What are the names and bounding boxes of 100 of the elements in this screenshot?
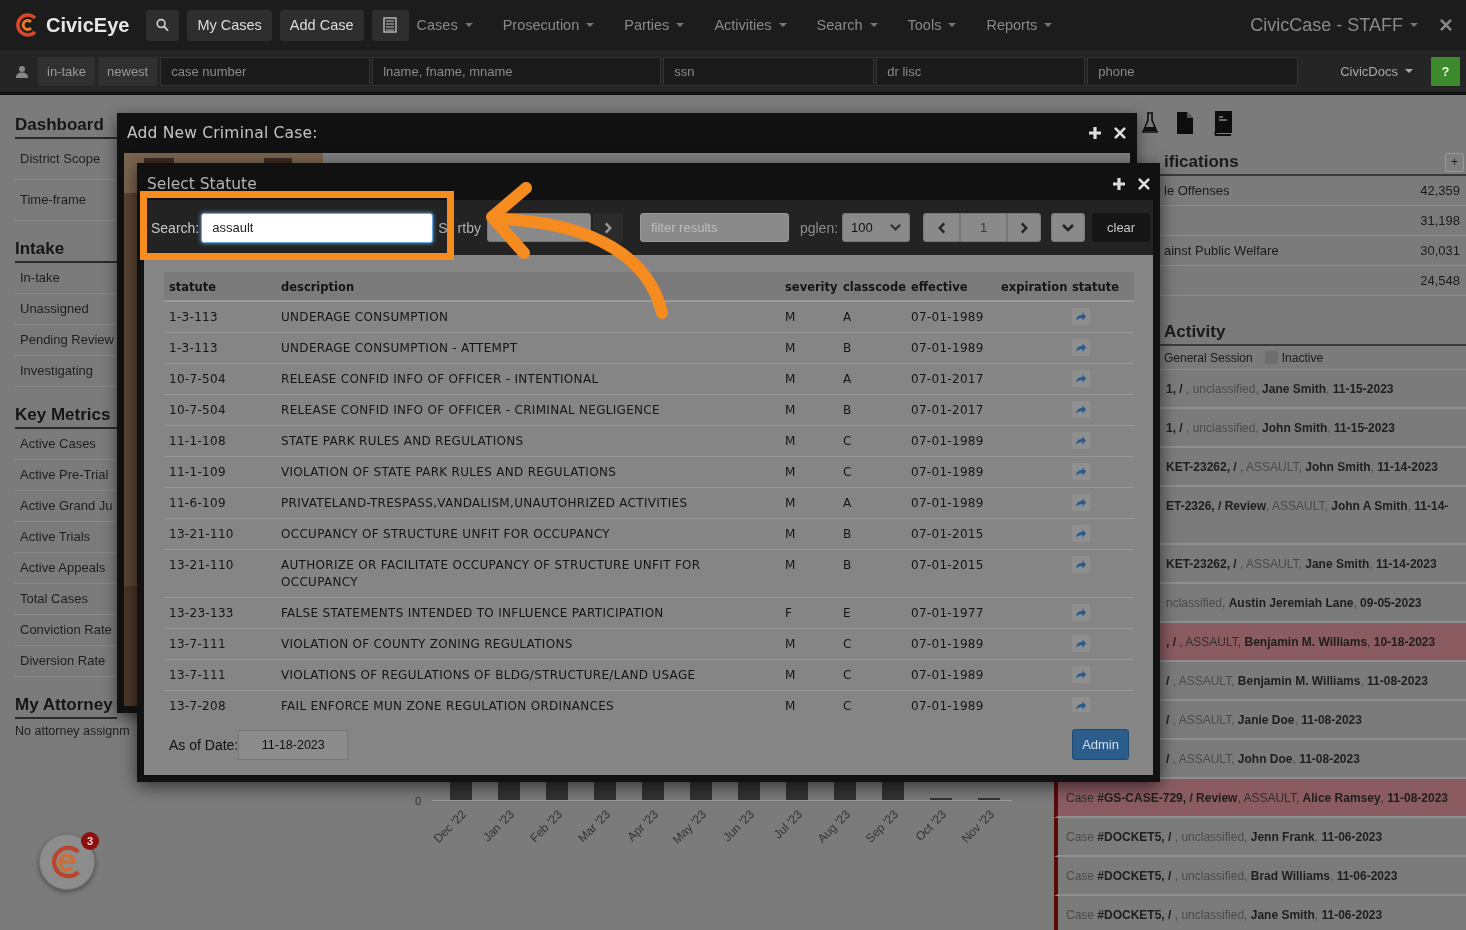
app-name: CivicEye (46, 13, 130, 37)
link-button[interactable] (1072, 494, 1090, 511)
calculator-button[interactable] (371, 9, 409, 41)
link-button[interactable] (1072, 463, 1090, 480)
page-number-field[interactable]: 1 (960, 213, 1008, 242)
help-button[interactable]: ? (1431, 56, 1460, 86)
caret-icon (778, 23, 787, 27)
axis-label: Sep '23 (862, 807, 902, 846)
table-cell: AUTHORIZE OR FACILITATE OCCUPANCY OF STRUCTURE UNFIT FOR OCCUPANCY (281, 558, 701, 589)
search-field[interactable]: dr lisc (876, 56, 1086, 86)
menu-item[interactable]: Search (816, 17, 878, 33)
column-header: classcode (842, 279, 906, 296)
table-cell: STATE PARK RULES AND REGULATIONS (281, 434, 524, 448)
docs-menu[interactable]: CivicDocs (1340, 63, 1413, 79)
filter-tab[interactable]: in-take (38, 56, 96, 86)
link-button[interactable] (1072, 556, 1090, 573)
table-cell: 07-01-1989 (911, 699, 984, 712)
search-field[interactable]: case number (160, 56, 371, 86)
column-header: statute (1071, 279, 1121, 296)
table-cell: 11-6-109 (169, 496, 226, 510)
account-menu[interactable]: CivicCase - STAFF (1250, 14, 1418, 36)
link-button[interactable] (1072, 401, 1090, 418)
classification-count: 31,198 (1420, 213, 1460, 228)
axis-label: May '23 (669, 807, 710, 847)
link-button[interactable] (1072, 432, 1090, 449)
menu-item[interactable]: Tools (907, 17, 957, 33)
table-cell: M (785, 668, 796, 682)
table-cell: 07-01-1989 (911, 465, 984, 479)
link-button[interactable] (1072, 370, 1090, 387)
share-icon (1075, 669, 1087, 680)
flask-icon (1142, 111, 1158, 135)
add-button[interactable]: + (1445, 152, 1464, 172)
axis-label: Jun '23 (720, 807, 758, 845)
table-cell: C (843, 668, 852, 682)
column-header: description (280, 279, 356, 296)
link-button[interactable] (1072, 604, 1090, 621)
link-button[interactable] (1072, 525, 1090, 542)
menu-item[interactable]: Reports (986, 17, 1053, 33)
table-cell: M (785, 434, 796, 448)
caret-icon (464, 23, 473, 27)
table-cell: 07-01-2017 (911, 403, 984, 417)
classification-label: ainst Public Welfare (1164, 243, 1279, 258)
chat-button[interactable] (39, 834, 95, 890)
table-cell: 13-23-133 (169, 606, 234, 620)
section-heading: Activity (1164, 321, 1226, 343)
user-icon (16, 64, 28, 78)
search-field[interactable]: phone (1087, 56, 1299, 86)
chevron-down-icon (890, 222, 902, 233)
menu-item[interactable]: Cases (416, 17, 473, 33)
menu-item[interactable]: Activities (714, 17, 787, 33)
admin-button[interactable]: Admin (1072, 729, 1129, 760)
share-icon (1075, 638, 1087, 649)
expand-button[interactable] (1051, 213, 1086, 242)
table-cell: 07-01-2015 (911, 527, 984, 541)
axis-label: Jul '23 (770, 807, 806, 842)
plus-icon[interactable] (1112, 176, 1126, 191)
share-icon (1075, 311, 1087, 322)
table-cell: 07-01-1989 (911, 496, 984, 510)
search-field[interactable]: assault (201, 212, 434, 243)
table-cell: 1-3-113 (169, 310, 218, 324)
search-icon (156, 18, 170, 32)
share-icon (1075, 435, 1087, 446)
nav-button[interactable]: My Cases (187, 9, 272, 41)
link-button[interactable] (1072, 308, 1090, 325)
table-cell: F (785, 606, 793, 620)
link-button[interactable] (1072, 666, 1090, 683)
link-button[interactable] (1072, 697, 1090, 712)
table-cell: 07-01-1989 (911, 434, 984, 448)
table-cell: 13-21-110 (169, 558, 234, 572)
chevron-down-icon (1062, 221, 1075, 234)
share-icon (1075, 607, 1087, 618)
nav-button[interactable]: Add Case (279, 9, 364, 41)
date-field[interactable]: 11-18-2023 (238, 729, 349, 760)
table-cell: M (785, 403, 796, 417)
link-button[interactable] (1072, 635, 1090, 652)
page-length-select[interactable]: 100 (842, 213, 911, 242)
next-page-button[interactable] (1007, 213, 1042, 242)
search-button[interactable] (146, 9, 180, 41)
field-label: Search: (151, 219, 200, 236)
link-button[interactable] (1072, 339, 1090, 356)
chevron-left-icon (936, 221, 947, 234)
table-cell: 07-01-1989 (911, 341, 984, 355)
menu-item[interactable]: Parties (624, 17, 685, 33)
table-cell: 10-7-504 (169, 372, 226, 386)
search-field[interactable]: lname, fname, mname (372, 56, 662, 86)
activity-item[interactable]: Case #GS-CASE-729, / Review, ASSAULT, Alice Ramsey, 11-08-2023 (1054, 779, 1466, 818)
table-cell: A (843, 310, 852, 324)
clear-button[interactable]: clear (1092, 213, 1151, 242)
caret-icon (869, 23, 878, 27)
field-label: rtby (457, 219, 481, 236)
table-cell: 07-01-1989 (911, 310, 984, 324)
search-field[interactable]: ssn (663, 56, 875, 86)
plus-icon[interactable] (1088, 126, 1102, 140)
filter-tab[interactable]: newest (98, 56, 158, 86)
menu-item[interactable]: Prosecution (502, 17, 595, 33)
previous-page-button[interactable] (923, 213, 961, 242)
table-cell: M (785, 341, 796, 355)
axis-label: Nov '23 (958, 807, 998, 846)
dialog-title: Add New Criminal Case: (127, 124, 318, 142)
share-icon (1075, 559, 1087, 570)
